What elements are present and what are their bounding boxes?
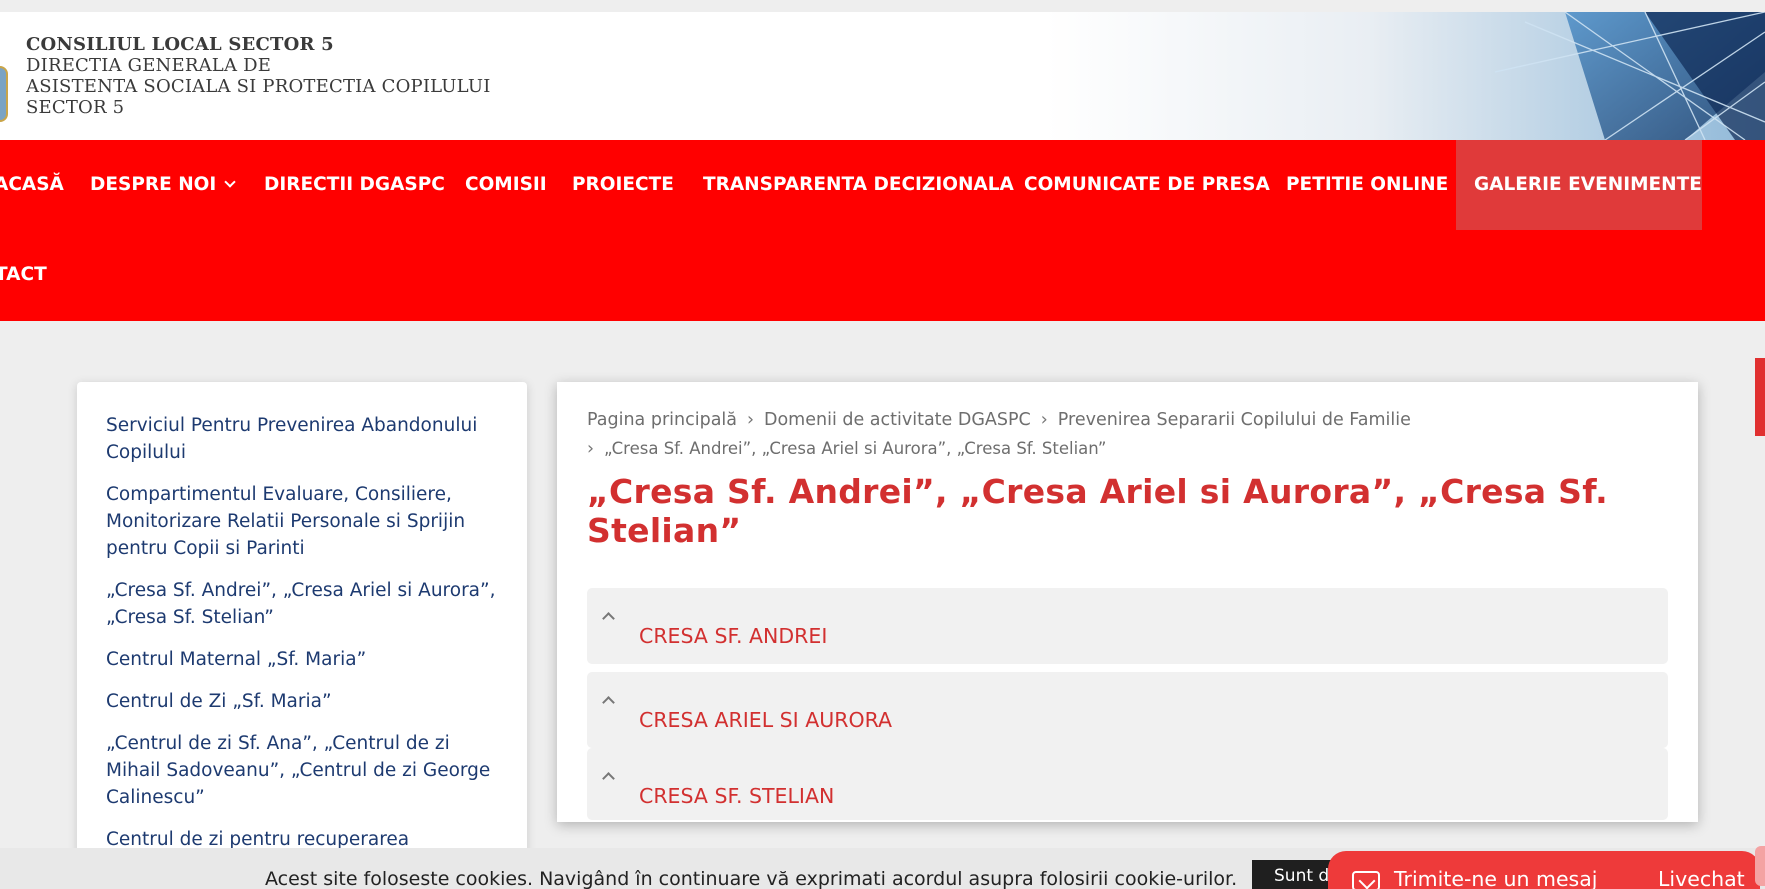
nav-item-transparenta[interactable]: TRANSPARENTA DECIZIONALA: [703, 140, 1014, 230]
sidebar-link[interactable]: Centrul Maternal „Sf. Maria”: [106, 646, 497, 673]
crest-logo[interactable]: [0, 66, 8, 122]
chat-edge: [1755, 846, 1765, 886]
nav-item-despre-noi[interactable]: DESPRE NOI: [90, 140, 236, 230]
chat-label: Trimite-ne un mesaj: [1394, 867, 1598, 889]
nav-item-contact[interactable]: TACT: [0, 230, 47, 320]
chat-brand: Livechat: [1658, 867, 1745, 889]
breadcrumb-item[interactable]: Prevenirea Separarii Copilului de Famili…: [1058, 410, 1411, 430]
org-line: CONSILIUL LOCAL SECTOR 5: [26, 34, 334, 55]
org-name[interactable]: CONSILIUL LOCAL SECTOR 5 DIRECTIA GENERA…: [26, 34, 491, 118]
nav-item-galerie[interactable]: GALERIE EVENIMENTE: [1456, 140, 1702, 230]
livechat-widget[interactable]: Trimite-ne un mesaj Livechat: [1328, 851, 1760, 889]
accordion-label: CRESA SF. STELIAN: [639, 784, 835, 808]
nav-item-comisii[interactable]: COMISII: [465, 140, 547, 230]
content-card: Pagina principală › Domenii de activitate …: [557, 382, 1698, 822]
nav-item-petitie[interactable]: PETITIE ONLINE: [1286, 140, 1448, 230]
site-header: CONSILIUL LOCAL SECTOR 5 DIRECTIA GENERA…: [0, 12, 1765, 140]
chevron-right-icon: ›: [1040, 410, 1048, 430]
cookie-text: Acest site foloseste cookies. Navigând î…: [265, 868, 1238, 889]
chevron-down-icon: [224, 176, 236, 188]
accordion-label: CRESA ARIEL SI AURORA: [639, 708, 893, 732]
breadcrumb-item[interactable]: Pagina principală: [587, 410, 737, 430]
sidebar-link[interactable]: Compartimentul Evaluare, Consiliere, Mon…: [106, 481, 497, 562]
accordion-item[interactable]: CRESA SF. ANDREI: [587, 588, 1668, 664]
sidebar-link[interactable]: „Cresa Sf. Andrei”, „Cresa Ariel si Auro…: [106, 577, 497, 631]
chevron-right-icon: ›: [587, 439, 594, 459]
breadcrumb: Pagina principală › Domenii de activitate …: [587, 404, 1668, 462]
sidebar-link[interactable]: „Centrul de zi Sf. Ana”, „Centrul de zi …: [106, 730, 497, 811]
envelope-icon: [1352, 871, 1380, 889]
nav-item-directii[interactable]: DIRECTII DGASPC: [264, 140, 445, 230]
main-nav: ACASĂ DESPRE NOI DIRECTII DGASPC COMISII…: [0, 140, 1765, 321]
org-line: ASISTENTA SOCIALA SI PROTECTIA COPILULUI: [26, 76, 491, 97]
nav-item-proiecte[interactable]: PROIECTE: [572, 140, 674, 230]
nav-item-label: DESPRE NOI: [90, 174, 217, 195]
header-banner-art: [1045, 12, 1765, 140]
nav-item-acasa[interactable]: ACASĂ: [0, 140, 64, 230]
side-tab[interactable]: [1755, 358, 1765, 436]
accordion-item[interactable]: CRESA SF. STELIAN: [587, 748, 1668, 820]
page-title: „Cresa Sf. Andrei”, „Cresa Ariel si Auro…: [587, 472, 1608, 550]
accordion-label: CRESA SF. ANDREI: [639, 624, 828, 648]
nav-item-comunicate[interactable]: COMUNICATE DE PRESA: [1024, 140, 1270, 230]
sidebar-link[interactable]: Serviciul Pentru Prevenirea Abandonului …: [106, 412, 497, 466]
chevron-right-icon: ›: [747, 410, 754, 430]
breadcrumb-item[interactable]: Domenii de activitate DGASPC: [764, 410, 1031, 430]
accordion-item[interactable]: CRESA ARIEL SI AURORA: [587, 672, 1668, 748]
org-line: DIRECTIA GENERALA DE: [26, 55, 272, 76]
sidebar: Serviciul Pentru Prevenirea Abandonului …: [77, 382, 527, 889]
breadcrumb-current: „Cresa Sf. Andrei”, „Cresa Ariel si Auro…: [604, 439, 1107, 458]
sidebar-link[interactable]: Centrul de Zi „Sf. Maria”: [106, 688, 497, 715]
org-line: SECTOR 5: [26, 97, 125, 118]
accordion: CRESA SF. ANDREI CRESA ARIEL SI AURORA C…: [587, 588, 1668, 820]
chevron-up-icon: [602, 696, 615, 709]
chevron-up-icon: [602, 772, 615, 785]
chevron-up-icon: [602, 612, 615, 625]
